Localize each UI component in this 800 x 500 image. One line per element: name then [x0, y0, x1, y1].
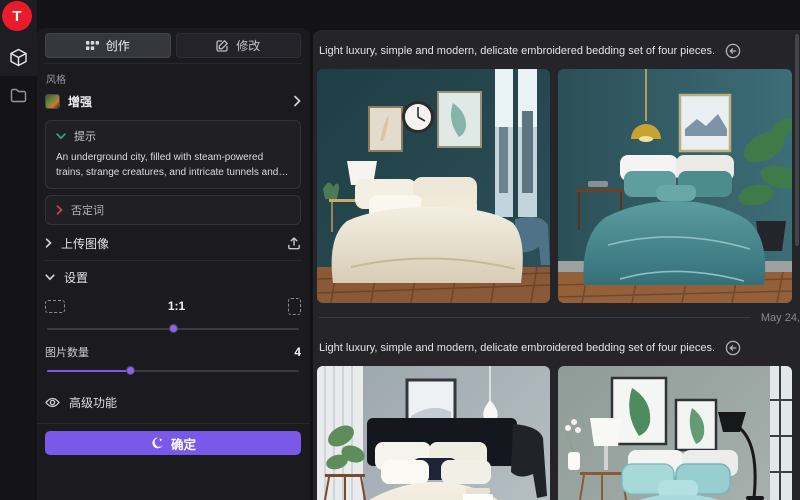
folder-icon[interactable]: [0, 88, 37, 103]
tab-create-label: 创作: [106, 37, 130, 54]
image-grid: [317, 366, 800, 500]
reuse-prompt-icon[interactable]: [725, 340, 741, 356]
style-thumbnail: [45, 94, 60, 109]
confirm-button[interactable]: 确定: [45, 431, 301, 455]
date-label: May 24,: [761, 312, 800, 324]
advanced-features-row[interactable]: 高级功能: [45, 393, 301, 411]
divider: [44, 63, 302, 64]
negative-section-label: 否定词: [71, 202, 104, 218]
image-count-slider[interactable]: [47, 365, 299, 375]
cube-icon[interactable]: [0, 48, 37, 67]
tab-modify[interactable]: 修改: [176, 33, 302, 58]
advanced-features-label: 高级功能: [69, 394, 117, 411]
tab-modify-label: 修改: [236, 37, 260, 54]
confirm-button-label: 确定: [171, 434, 196, 453]
icon-rail: T: [0, 0, 37, 500]
feed-prompt-row: Light luxury, simple and modern, delicat…: [317, 30, 800, 69]
feed-prompt-text: Light luxury, simple and modern, delicat…: [319, 342, 715, 354]
divider-line: [319, 317, 751, 318]
prompt-section-label: 提示: [74, 128, 96, 144]
slider-thumb[interactable]: [169, 324, 178, 333]
mode-tabs: 创作 修改: [45, 33, 301, 58]
portrait-ratio-icon[interactable]: [288, 298, 301, 315]
generated-image-4[interactable]: [558, 366, 792, 500]
image-count-value: 4: [294, 345, 301, 359]
aspect-ratio-slider[interactable]: [47, 323, 299, 333]
tab-create[interactable]: 创作: [45, 33, 171, 58]
generated-image-2[interactable]: [558, 69, 792, 303]
divider: [44, 260, 302, 261]
feed-prompt-row: Light luxury, simple and modern, delicat…: [317, 332, 800, 366]
chevron-down-icon[interactable]: [56, 133, 66, 140]
aspect-ratio-row: 1:1: [45, 295, 301, 317]
scrollbar[interactable]: [795, 34, 799, 246]
avatar[interactable]: T: [2, 1, 32, 31]
edit-icon: [216, 39, 229, 52]
upload-section-label: 上传图像: [61, 235, 109, 252]
negative-prompt-card[interactable]: 否定词: [45, 195, 301, 225]
generated-image-3[interactable]: [317, 366, 550, 500]
prompt-card[interactable]: 提示 An underground city, filled with stea…: [45, 120, 301, 189]
divider: [37, 423, 310, 424]
grid-icon: [86, 40, 99, 51]
image-grid: [317, 69, 800, 303]
style-value: 增强: [68, 93, 285, 110]
settings-row[interactable]: 设置: [45, 266, 301, 288]
aspect-ratio-value: 1:1: [65, 299, 288, 313]
reuse-prompt-icon[interactable]: [725, 43, 741, 59]
chevron-right-icon[interactable]: [56, 205, 63, 215]
generation-panel: 创作 修改 风格 增强: [37, 28, 310, 500]
chevron-right-icon: [45, 238, 52, 248]
settings-section-label: 设置: [64, 269, 88, 286]
chevron-down-icon: [45, 274, 55, 281]
chevron-right-icon: [293, 95, 301, 107]
upload-image-row[interactable]: 上传图像: [45, 232, 301, 254]
app-window: T 创作: [0, 0, 800, 500]
eye-icon: [45, 397, 60, 408]
slider-thumb[interactable]: [126, 366, 135, 375]
prompt-input[interactable]: An underground city, filled with steam-p…: [56, 150, 290, 180]
image-count-label: 图片数量: [45, 344, 294, 360]
feed-prompt-text: Light luxury, simple and modern, delicat…: [319, 45, 715, 57]
upload-icon[interactable]: [287, 236, 301, 250]
landscape-ratio-icon[interactable]: [45, 300, 65, 313]
date-divider: May 24,: [317, 303, 800, 332]
image-count-row: 图片数量 4: [45, 345, 301, 359]
style-section-label: 风格: [46, 71, 301, 86]
crescent-moon-icon: [150, 436, 164, 450]
style-selector[interactable]: 增强: [45, 90, 301, 112]
generated-image-1[interactable]: [317, 69, 550, 303]
results-feed: Light luxury, simple and modern, delicat…: [313, 30, 800, 500]
